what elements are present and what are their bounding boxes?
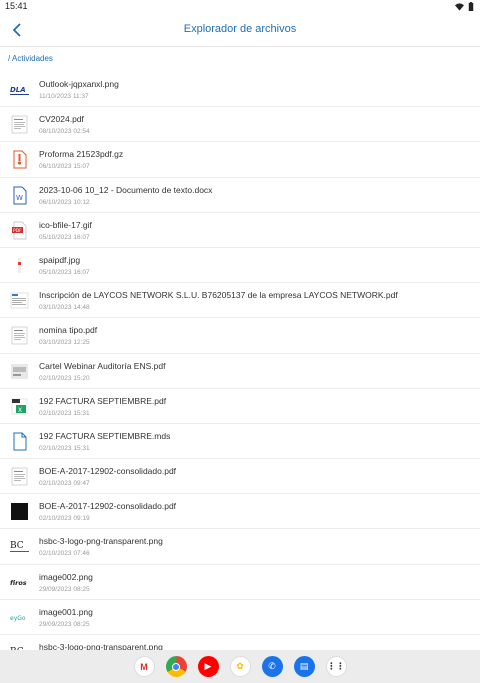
file-date: 06/10/2023 10:12: [39, 198, 90, 206]
file-name: ico-bfile-17.gif: [39, 219, 92, 230]
app-header: Explorador de archivos: [0, 13, 480, 47]
status-icons: [455, 2, 474, 11]
battery-icon: [468, 2, 474, 11]
logo-dla-icon: DLA: [10, 80, 29, 99]
file-row[interactable]: nomina tipo.pdf 03/10/2023 12:25: [0, 318, 480, 354]
file-date: 06/10/2023 15:07: [39, 163, 90, 171]
chrome-icon[interactable]: [165, 656, 187, 677]
svg-text:DLA: DLA: [10, 86, 26, 94]
file-date: 02/10/2023 07:46: [39, 550, 90, 558]
file-name: 192 FACTURA SEPTIEMBRE.pdf: [39, 395, 167, 406]
file-name: Inscripción de LAYCOS NETWORK S.L.U. B76…: [39, 290, 398, 301]
file-name: 192 FACTURA SEPTIEMBRE.mds: [39, 430, 171, 441]
file-name: Outlook-jqpxanxl.png: [39, 79, 119, 89]
file-name: BOE-A-2017-12902-consolidado.pdf: [39, 466, 177, 477]
file-date: 02/10/2023 15:20: [39, 374, 90, 382]
file-name: spaipdf.jpg: [39, 254, 81, 265]
file-row[interactable]: spaipdf.jpg 05/10/2023 16:07: [0, 248, 480, 284]
file-name: hsbc-3-logo-png-transparent.png: [39, 536, 163, 547]
youtube-icon[interactable]: ▶: [197, 656, 219, 677]
app-dock: M ▶ ✿ ✆ ▤ ⋮⋮: [0, 650, 480, 683]
doc-preview-icon: [10, 326, 29, 345]
zip-icon-icon: [10, 150, 29, 169]
file-date: 02/10/2023 09:47: [39, 480, 90, 488]
wifi-icon: [455, 2, 464, 11]
file-name: BOE-A-2017-12902-consolidado.pdf: [39, 501, 177, 512]
black-preview-icon: [10, 502, 29, 521]
photos-icon[interactable]: ✿: [229, 656, 251, 677]
file-date: 03/10/2023 12:25: [39, 339, 90, 347]
svg-text:X: X: [18, 407, 22, 414]
form-preview-icon: [10, 291, 29, 310]
file-row[interactable]: 192 FACTURA SEPTIEMBRE.mds 02/10/2023 15:…: [0, 424, 480, 460]
file-row[interactable]: Proforma 21523pdf.gz 06/10/2023 15:07: [0, 142, 480, 178]
file-name: Proforma 21523pdf.gz: [39, 149, 124, 160]
file-name: CV2024.pdf: [39, 114, 84, 125]
file-row[interactable]: PDF ico-bfile-17.gif 05/10/2023 16:07: [0, 213, 480, 248]
excel-icon-icon: X: [10, 397, 29, 416]
svg-text:W: W: [16, 194, 23, 202]
image-strip-icon: [10, 256, 29, 275]
status-time: 15:41: [5, 1, 28, 11]
logo-eygo-icon: eyGo: [10, 608, 29, 627]
file-name: hsbc-3-logo-png-transparent.png: [39, 642, 163, 650]
page-title: Explorador de archivos: [183, 23, 297, 35]
breadcrumb[interactable]: / Actividades: [8, 54, 53, 63]
logo-bc-icon: BC: [10, 537, 29, 556]
file-date: 29/09/2023 08:25: [39, 585, 90, 593]
file-row[interactable]: firos image002.png 29/09/2023 08:25: [0, 565, 480, 600]
status-bar: 15:41: [0, 0, 480, 13]
file-list: DLA Outlook-jqpxanxl.png 11/10/2023 11:37 C…: [0, 72, 480, 650]
file-date: 03/10/2023 14:48: [39, 304, 90, 312]
file-name: image001.png: [39, 606, 93, 617]
file-name: nomina tipo.pdf: [39, 325, 98, 336]
poster-preview-icon: [10, 362, 29, 381]
file-name: 2023-10-06 10_12 - Documento de texto.do…: [39, 184, 213, 195]
messages-icon[interactable]: ▤: [293, 656, 315, 677]
file-row[interactable]: eyGo image001.png 29/09/2023 08:25: [0, 600, 480, 635]
file-row[interactable]: BOE-A-2017-12902-consolidado.pdf 02/10/20…: [0, 459, 480, 495]
doc-preview-icon: [10, 467, 29, 486]
file-row[interactable]: CV2024.pdf 08/10/2023 02:54: [0, 107, 480, 143]
file-name: image002.png: [39, 571, 93, 582]
gmail-icon[interactable]: M: [133, 656, 155, 677]
svg-text:BC: BC: [10, 541, 24, 551]
file-row[interactable]: Cartel Webinar Auditoría ENS.pdf 02/10/20…: [0, 354, 480, 389]
file-row[interactable]: W 2023-10-06 10_12 - Documento de texto.d…: [0, 178, 480, 213]
pdf-icon-icon: PDF: [10, 221, 29, 240]
file-date: 02/10/2023 15:31: [39, 409, 90, 417]
file-date: 05/10/2023 16:07: [39, 233, 90, 241]
file-row[interactable]: X 192 FACTURA SEPTIEMBRE.pdf 02/10/2023 15…: [0, 389, 480, 424]
file-date: 02/10/2023 09:19: [39, 515, 90, 523]
app-drawer-icon[interactable]: ⋮⋮: [325, 656, 347, 677]
phone-icon[interactable]: ✆: [261, 656, 283, 677]
file-date: 05/10/2023 16:07: [39, 268, 90, 276]
file-row[interactable]: BOE-A-2017-12902-consolidado.pdf 02/10/20…: [0, 494, 480, 530]
file-date: 02/10/2023 15:31: [39, 444, 90, 452]
file-date: 08/10/2023 02:54: [39, 128, 90, 136]
svg-text:PDF: PDF: [13, 228, 22, 234]
file-row[interactable]: Inscripción de LAYCOS NETWORK S.L.U. B76…: [0, 283, 480, 319]
logo-bc-icon: BC: [10, 643, 29, 650]
file-row[interactable]: BC hsbc-3-logo-png-transparent.png: [0, 635, 480, 650]
file-date: 29/09/2023 08:25: [39, 620, 90, 628]
word-icon-icon: W: [10, 186, 29, 205]
doc-preview-icon: [10, 115, 29, 134]
file-date: 11/10/2023 11:37: [39, 93, 89, 100]
logo-firos-icon: firos: [10, 573, 29, 592]
file-name: Cartel Webinar Auditoría ENS.pdf: [39, 360, 166, 371]
file-row[interactable]: DLA Outlook-jqpxanxl.png 11/10/2023 11:37: [0, 72, 480, 108]
svg-text:firos: firos: [10, 579, 27, 587]
file-icon-icon: [10, 432, 29, 451]
svg-text:eyGo: eyGo: [10, 615, 26, 622]
file-row[interactable]: BC hsbc-3-logo-png-transparent.png 02/10/2…: [0, 529, 480, 565]
